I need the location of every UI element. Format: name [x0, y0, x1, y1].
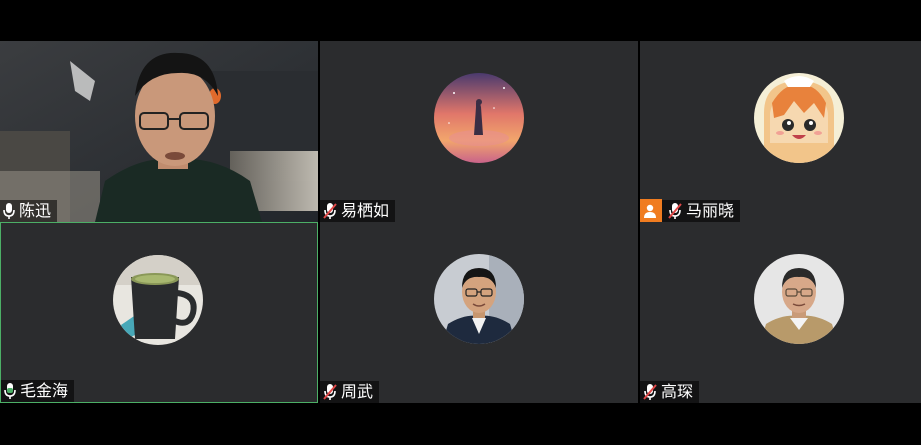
participant-tile-video[interactable]: 陈迅: [0, 41, 318, 222]
participant-name: 周武: [341, 382, 374, 401]
older-man-avatar: [754, 254, 844, 344]
participant-name: 高琛: [661, 382, 694, 401]
participant-name: 陈迅: [19, 201, 52, 220]
participant-name: 易栖如: [341, 201, 390, 220]
tea-cup-avatar: [113, 255, 203, 345]
participant-video-feed: [0, 41, 318, 222]
participant-name: 毛金海: [20, 381, 69, 400]
microphone-icon: [2, 202, 16, 220]
video-grid: 陈迅 易栖如 马丽晓 毛金海 周武 高琛: [0, 41, 921, 403]
participant-tile[interactable]: 高琛: [640, 222, 921, 403]
participant-tile-active-speaker[interactable]: 毛金海: [0, 222, 318, 403]
participant-name-bar: 马丽晓: [640, 199, 741, 222]
participant-name-bar: 高琛: [640, 381, 700, 403]
participant-name-bar: 周武: [320, 381, 380, 403]
microphone-muted-icon: [667, 202, 683, 220]
sunset-girl-avatar: [434, 73, 524, 163]
participant-tile[interactable]: 马丽晓: [640, 41, 921, 222]
participant-name-bar: 易栖如: [320, 200, 396, 222]
participant-name: 马丽晓: [686, 201, 735, 220]
person-icon: [640, 199, 662, 222]
microphone-muted-icon: [322, 202, 338, 220]
microphone-muted-icon: [322, 383, 338, 401]
anime-avatar: [754, 73, 844, 163]
participant-tile[interactable]: 易栖如: [320, 41, 638, 222]
participant-name-bar: 毛金海: [1, 380, 75, 402]
participant-name-bar: 陈迅: [0, 200, 58, 222]
microphone-muted-icon: [642, 383, 658, 401]
participant-tile[interactable]: 周武: [320, 222, 638, 403]
man-glasses-avatar: [434, 254, 524, 344]
microphone-speaking-icon: [3, 382, 17, 400]
